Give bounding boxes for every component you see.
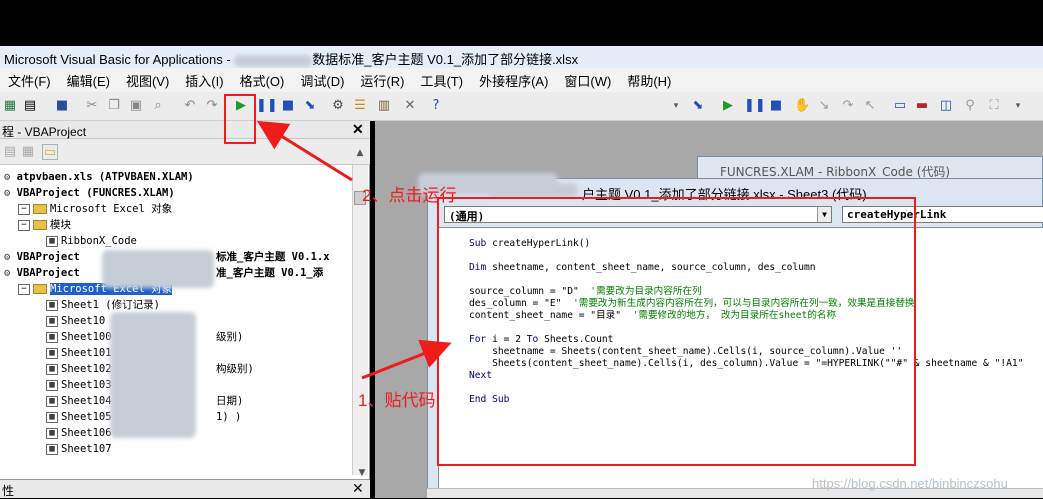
- annotation-arrows: [256, 120, 452, 380]
- arrow-to-code-area: [361, 339, 452, 380]
- step1-annotation: 1、贴代码: [358, 391, 436, 410]
- arrow-to-run-button: [256, 120, 353, 182]
- step2-annotation: 2、点击运行: [362, 186, 457, 205]
- watermark: https://blog.csdn.net/binbinczsohu: [812, 476, 1008, 491]
